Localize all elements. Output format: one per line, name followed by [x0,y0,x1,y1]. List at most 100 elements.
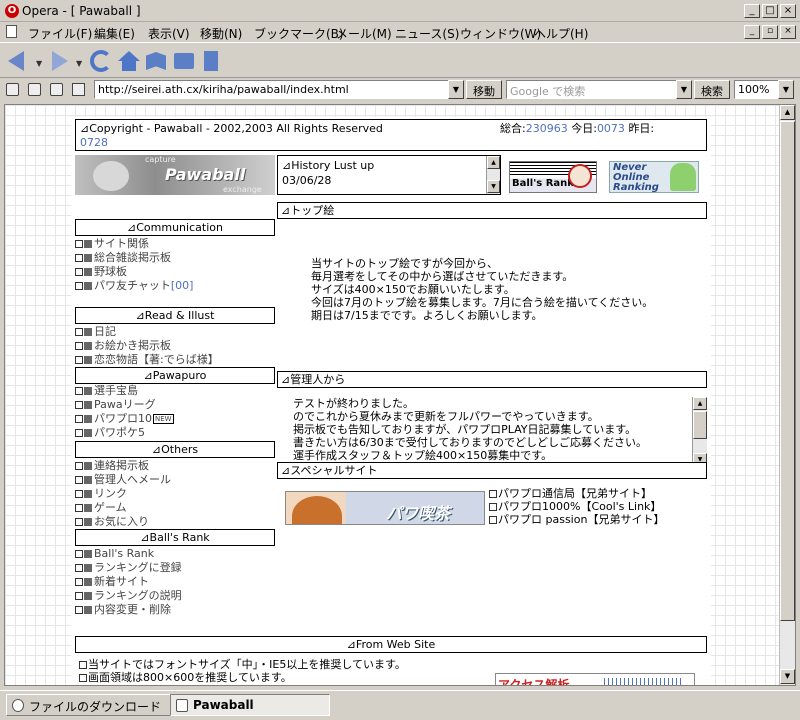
list-item[interactable]: リンク [75,487,275,501]
list-item[interactable]: ランキングに登録 [75,561,275,575]
special-links: パワプロ通信局【兄弟サイト】 パワプロ1000%【Cool's Link】 パワ… [489,487,709,525]
reload-icon[interactable] [90,50,112,72]
section-special-site: ⊿スペシャルサイト [277,462,707,479]
list-item[interactable]: Pawaリーグ [75,398,275,412]
list-item[interactable]: サイト関係 [75,237,275,251]
section-read-illust: ⊿Read & Illust [75,307,275,324]
list-item[interactable]: 内容変更・削除 [75,603,275,617]
list-item[interactable]: 恋恋物語【著:でらば様】 [75,353,275,367]
close-button[interactable]: × [780,4,796,18]
back-icon[interactable] [8,51,24,71]
list-item[interactable]: パワポケ5 [75,426,275,440]
print-icon[interactable] [174,53,194,69]
tab-pawaball[interactable]: Pawaball [170,694,330,716]
section-others: ⊿Others [75,441,275,458]
scroll-down-icon[interactable]: ▼ [780,669,795,684]
section-top-art: ⊿トップ絵 [277,202,707,219]
minimize-button[interactable]: _ [744,4,760,18]
others-list: 連絡掲示板 管理人へメール リンク ゲーム お気に入り [75,459,275,529]
access-counter: 総合:230963 今日:0073 昨日: [500,122,655,135]
back-dropdown-icon[interactable]: ▼ [36,59,42,68]
cookie-icon[interactable] [28,83,41,96]
address-field[interactable]: http://seirei.ath.cx/kiriha/pawaball/ind… [94,80,464,99]
tab-downloads[interactable]: ファイルのダウンロード [6,694,176,716]
never-online-ranking-banner[interactable]: Never Online Ranking [609,161,699,193]
scroll-thumb[interactable] [693,411,707,439]
scroll-up-icon[interactable]: ▲ [780,105,795,120]
balls-rank-banner[interactable]: Ball's Rank [509,161,597,193]
copyright-text: ⊿Copyright - Pawaball - 2002,2003 All Ri… [80,122,383,135]
admin-scrollbar[interactable]: ▲ ▼ [692,397,707,467]
menu-help[interactable]: ヘルプ(H) [534,25,588,42]
menu-mail[interactable]: メール(M) [336,25,392,42]
address-dropdown-icon[interactable]: ▼ [448,80,464,99]
copyright-header: ⊿Copyright - Pawaball - 2002,2003 All Ri… [75,119,707,151]
address-toolbar: http://seirei.ath.cx/kiriha/pawaball/ind… [0,78,800,102]
navigation-toolbar: ▼ ▼ [0,42,800,78]
title-bar: O Opera - [ Pawaball ] _ □ × [0,0,800,22]
menu-navigate[interactable]: 移動(N) [200,25,242,42]
maximize-button[interactable]: □ [762,4,778,18]
menu-bookmarks[interactable]: ブックマーク(B) [254,25,344,42]
search-button[interactable]: 検索 [694,80,730,99]
list-item[interactable]: 総合雑談掲示板 [75,251,275,265]
lock-icon[interactable] [72,83,85,96]
home-icon[interactable] [118,51,140,71]
list-item[interactable]: お気に入り [75,515,275,529]
menu-view[interactable]: 表示(V) [148,25,190,42]
list-item[interactable]: 選手宝島 [75,384,275,398]
forward-icon[interactable] [52,51,68,71]
top-art-text: 当サイトのトップ絵ですが今回から、 毎月選考をしてその中から選ばさせていただきま… [311,257,654,322]
bookmarks-icon[interactable] [146,52,166,70]
list-item[interactable]: 日記 [75,325,275,339]
list-item[interactable]: 管理人へメール [75,473,275,487]
notes-icon[interactable] [204,51,218,71]
section-balls-rank: ⊿Ball's Rank [75,529,275,546]
list-item[interactable]: パワプロ通信局【兄弟サイト】 [489,487,709,500]
scroll-up-icon[interactable]: ▲ [693,397,707,410]
list-item[interactable]: パワプロ passion【兄弟サイト】 [489,513,709,525]
mdi-close-button[interactable]: × [780,25,796,39]
page-scrollbar[interactable]: ▲ ▼ [779,105,795,685]
history-box: ⊿History Lust up 03/06/28 ▲ ▼ [277,155,501,195]
page-icon[interactable] [50,83,63,96]
zoom-dropdown-icon[interactable]: ▼ [778,80,794,99]
mdi-minimize-button[interactable]: _ [744,25,760,39]
scroll-down-icon[interactable]: ▼ [487,180,500,193]
list-item[interactable]: お絵かき掲示板 [75,339,275,353]
baseball-icon [568,164,592,188]
search-input[interactable]: Google で検索 [506,80,678,99]
list-item[interactable]: パワプロ10 NEW [75,412,275,426]
search-engine-dropdown-icon[interactable]: ▼ [676,80,692,99]
list-item[interactable]: Ball's Rank [75,547,275,561]
menu-window[interactable]: ウィンドウ(W) [460,25,541,42]
mdi-restore-button[interactable]: ▫ [762,25,778,39]
balls-rank-list: Ball's Rank ランキングに登録 新着サイト ランキングの説明 内容変更… [75,547,275,617]
list-item[interactable]: 野球板 [75,265,275,279]
document-icon [6,25,17,38]
section-pawapuro: ⊿Pawapuro [75,367,275,384]
list-item[interactable]: パワ友チャット[00] [75,279,275,293]
section-from-web-site: ⊿From Web Site [75,636,707,653]
window-title: Opera - [ Pawaball ] [22,4,141,18]
list-item[interactable]: ゲーム [75,501,275,515]
forward-dropdown-icon[interactable]: ▼ [76,59,82,68]
pawa-kissa-banner[interactable]: パワ喫茶 [285,491,485,525]
list-item[interactable]: 連絡掲示板 [75,459,275,473]
menu-file[interactable]: ファイル(F) [28,25,92,42]
security-icon[interactable] [6,83,19,96]
list-item[interactable]: ランキングの説明 [75,589,275,603]
pawaball-logo-banner[interactable]: capture Pawaball exchange [75,155,275,195]
go-button[interactable]: 移動 [466,80,502,99]
scroll-up-icon[interactable]: ▲ [487,156,500,169]
zoom-select[interactable]: 100% [734,80,782,99]
list-item[interactable]: 新着サイト [75,575,275,589]
scroll-thumb[interactable] [780,121,795,621]
menu-news[interactable]: ニュース(S) [395,25,459,42]
access-analysis-banner[interactable]: アクセス解析 [495,673,695,685]
history-date: 03/06/28 [282,174,332,187]
history-scrollbar[interactable]: ▲ ▼ [486,156,500,194]
counter-yesterday: 0728 [80,136,108,149]
list-item[interactable]: パワプロ1000%【Cool's Link】 [489,500,709,513]
menu-edit[interactable]: 編集(E) [94,25,135,42]
